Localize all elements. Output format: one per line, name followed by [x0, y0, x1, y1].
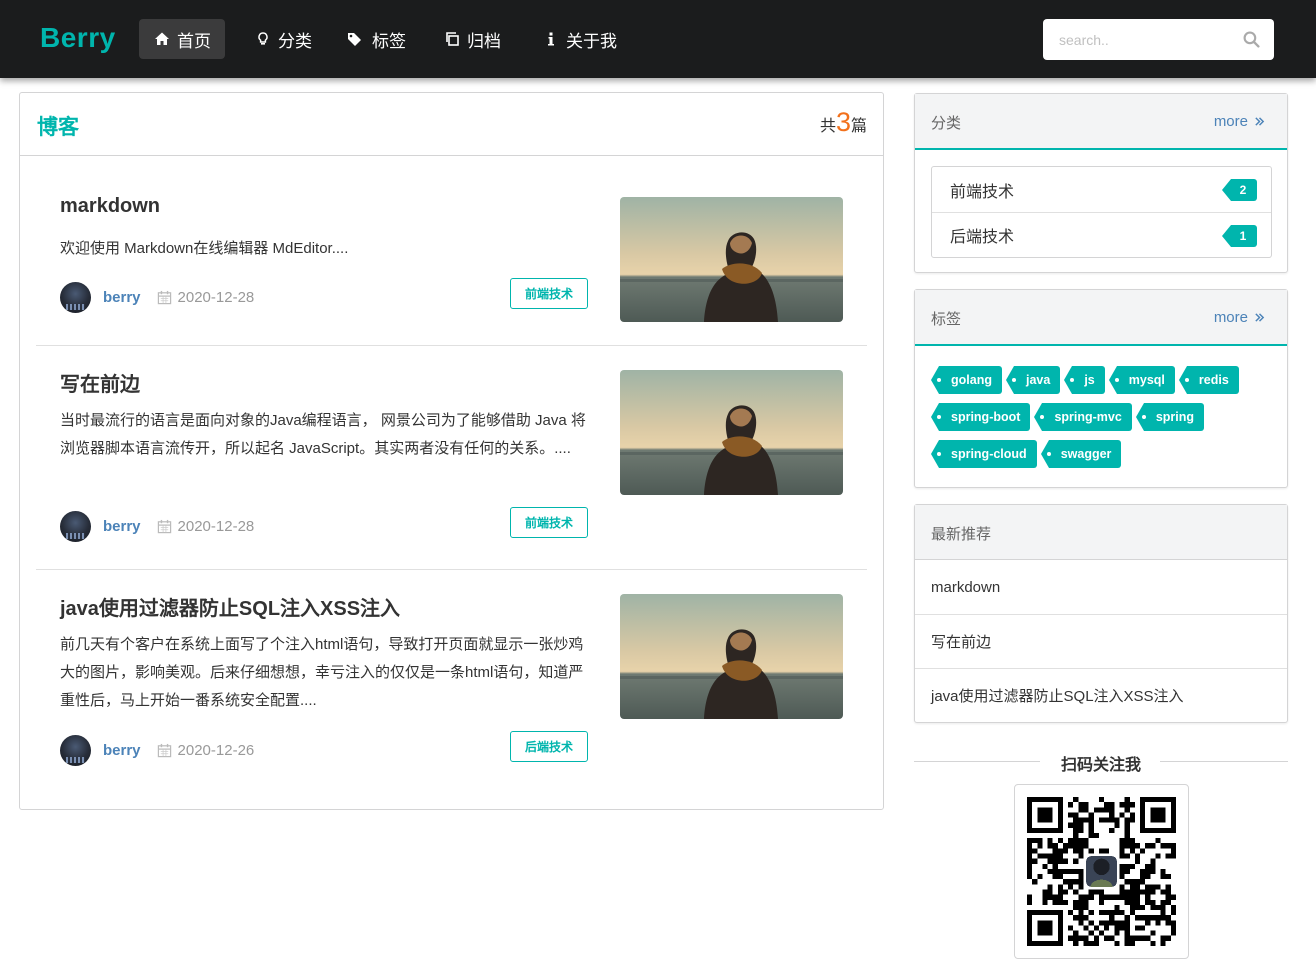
category-list: 前端技术 2 后端技术 1 [931, 166, 1272, 258]
post-thumbnail[interactable] [620, 370, 843, 495]
count-number: 3 [835, 107, 851, 137]
blog-header: 博客 共3篇 [20, 93, 883, 156]
divider-line [1160, 761, 1288, 762]
post-item: 写在前边 当时最流行的语言是面向对象的Java编程语言， 网景公司为了能够借助 … [36, 346, 867, 570]
tag-chip[interactable]: golang [931, 366, 1002, 394]
search-box [1043, 19, 1274, 60]
nav-item-label: 分类 [278, 31, 312, 51]
post-item: markdown 欢迎使用 Markdown在线编辑器 MdEditor....… [36, 157, 867, 346]
avatar[interactable] [60, 281, 91, 313]
recommend-card-header: 最新推荐 [915, 505, 1287, 560]
post-category-tag[interactable]: 前端技术 [510, 507, 588, 538]
post-meta: berry 2020-12-28 [60, 281, 254, 313]
post-category-tag[interactable]: 后端技术 [510, 731, 588, 762]
category-item[interactable]: 前端技术 2 [932, 167, 1271, 212]
post-meta: berry 2020-12-28 [60, 510, 254, 542]
qr-code-image [1027, 797, 1176, 946]
post-excerpt: 当时最流行的语言是面向对象的Java编程语言， 网景公司为了能够借助 Java … [60, 412, 586, 457]
post-thumbnail[interactable] [620, 594, 843, 719]
category-card-header: 分类 more [915, 94, 1287, 150]
calendar-icon [157, 519, 171, 533]
info-icon [542, 30, 560, 48]
clone-icon [443, 30, 461, 48]
post-date: 2020-12-28 [177, 288, 255, 306]
calendar-icon [157, 290, 171, 304]
category-card-title: 分类 [931, 115, 962, 132]
recommend-item[interactable]: 写在前边 [915, 614, 1287, 668]
nav-item-tags[interactable]: 标签 [332, 19, 420, 59]
author-name[interactable]: berry [103, 289, 141, 306]
blog-panel: 博客 共3篇 markdown 欢迎使用 Markdown在线编辑器 MdEdi… [19, 92, 884, 810]
nav-item-label: 首页 [177, 31, 211, 51]
avatar[interactable] [60, 734, 91, 766]
post-date: 2020-12-28 [177, 517, 255, 535]
post-category-tag[interactable]: 前端技术 [510, 278, 588, 309]
blog-count: 共3篇 [820, 107, 867, 138]
recommend-item[interactable]: markdown [915, 560, 1287, 614]
category-item[interactable]: 后端技术 1 [932, 212, 1271, 257]
category-name: 后端技术 [950, 229, 1015, 246]
tag-chip[interactable]: swagger [1040, 440, 1122, 468]
count-suffix: 篇 [850, 118, 867, 135]
tags-icon [346, 30, 366, 48]
post-item: java使用过滤器防止SQL注入XSS注入 前几天有个客户在系统上面写了个注入h… [36, 570, 867, 800]
tag-chip[interactable]: spring-boot [930, 403, 1031, 431]
qr-code [1014, 784, 1189, 959]
recommend-card: 最新推荐 markdown 写在前边 java使用过滤器防止SQL注入XSS注入 [914, 504, 1288, 723]
tags-card-title: 标签 [931, 311, 962, 328]
qr-title: 扫码关注我 [1060, 757, 1141, 774]
nav-item-archive[interactable]: 归档 [429, 19, 515, 59]
post-thumbnail[interactable] [620, 197, 843, 322]
count-prefix: 共 [819, 118, 836, 135]
home-icon [153, 30, 171, 48]
tag-cloud: golang java js mysql redis spring-boot s… [915, 346, 1287, 495]
post-meta: berry 2020-12-26 [60, 734, 254, 766]
calendar-icon [157, 743, 171, 757]
post-title[interactable]: 写在前边 [60, 368, 140, 397]
more-label: more [1213, 309, 1248, 326]
brand-logo[interactable]: Berry [40, 22, 116, 54]
author-name[interactable]: berry [103, 742, 141, 759]
top-navbar: Berry 首页 分类 标签 归档 关于我 [0, 0, 1316, 78]
post-date: 2020-12-26 [177, 741, 255, 759]
tags-more-link[interactable]: more [1214, 309, 1265, 326]
category-count-badge: 2 [1222, 179, 1257, 201]
avatar[interactable] [60, 510, 91, 542]
tag-chip[interactable]: spring-mvc [1034, 403, 1132, 431]
tag-chip[interactable]: redis [1178, 366, 1239, 394]
nav-item-label: 标签 [372, 31, 406, 51]
category-count-badge: 1 [1222, 225, 1257, 247]
tag-chip[interactable]: spring [1135, 403, 1205, 431]
tags-card-header: 标签 more [915, 290, 1287, 346]
category-card: 分类 more 前端技术 2 后端技术 1 [914, 93, 1288, 273]
category-more-link[interactable]: more [1214, 113, 1265, 130]
double-chevron-right-icon [1255, 117, 1265, 126]
blog-title: 博客 [37, 116, 79, 139]
lightbulb-icon [254, 30, 272, 48]
more-label: more [1213, 113, 1248, 130]
tag-chip[interactable]: java [1005, 366, 1061, 394]
post-title[interactable]: markdown [60, 195, 160, 218]
post-excerpt: 欢迎使用 Markdown在线编辑器 MdEditor.... [60, 240, 349, 257]
nav-item-category[interactable]: 分类 [240, 19, 326, 59]
tags-card: 标签 more golang java js mysql redis sprin… [914, 289, 1288, 488]
tag-chip[interactable]: mysql [1108, 366, 1175, 394]
qr-title-row: 扫码关注我 [914, 750, 1288, 774]
search-icon[interactable] [1243, 31, 1260, 48]
nav-item-home[interactable]: 首页 [139, 19, 225, 59]
tag-chip[interactable]: spring-cloud [931, 440, 1037, 468]
double-chevron-right-icon [1255, 313, 1265, 322]
nav-item-about[interactable]: 关于我 [528, 19, 631, 59]
category-name: 前端技术 [950, 183, 1015, 201]
recommend-item[interactable]: java使用过滤器防止SQL注入XSS注入 [915, 668, 1287, 722]
search-input[interactable] [1043, 19, 1233, 60]
author-name[interactable]: berry [103, 518, 141, 535]
nav-item-label: 关于我 [566, 31, 617, 51]
post-title[interactable]: java使用过滤器防止SQL注入XSS注入 [60, 592, 400, 621]
recommend-card-title: 最新推荐 [931, 526, 992, 543]
tag-chip[interactable]: js [1064, 366, 1105, 394]
nav-item-label: 归档 [467, 31, 501, 51]
post-excerpt: 前几天有个客户在系统上面写了个注入html语句，导致打开页面就显示一张炒鸡大的图… [60, 636, 584, 709]
